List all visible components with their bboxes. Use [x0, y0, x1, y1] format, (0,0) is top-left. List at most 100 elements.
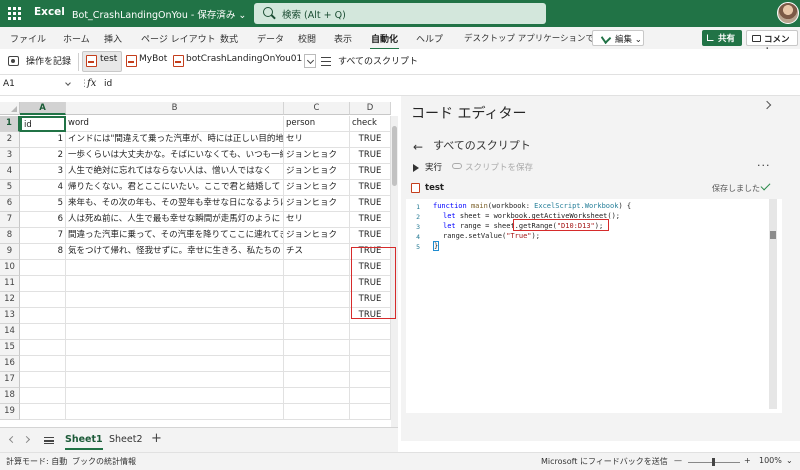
row-header[interactable]: 11	[0, 276, 20, 292]
feedback-link[interactable]: Microsoft にフィードバックを送信	[541, 456, 668, 467]
table-cell[interactable]	[66, 324, 284, 340]
table-cell[interactable]	[350, 388, 391, 404]
row-header[interactable]: 18	[0, 388, 20, 404]
code-area[interactable]: 1 2 3 4 5 function main(workbook: ExcelS…	[406, 199, 782, 413]
row-header[interactable]: 9	[0, 244, 20, 260]
sheet-tab-sheet2[interactable]: Sheet2	[109, 434, 143, 445]
tab-automate[interactable]: 自動化	[369, 32, 400, 50]
table-cell[interactable]: チス	[284, 244, 350, 260]
table-cell[interactable]	[350, 324, 391, 340]
tab-insert[interactable]: 挿入	[104, 32, 122, 45]
column-header[interactable]: B	[66, 102, 284, 115]
back-arrow-icon[interactable]: ←	[413, 140, 423, 154]
table-cell[interactable]: 4	[20, 180, 66, 196]
table-cell[interactable]	[284, 340, 350, 356]
run-button[interactable]: 実行	[425, 161, 442, 173]
tab-data[interactable]: データ	[257, 32, 284, 45]
row-header[interactable]: 3	[0, 148, 20, 164]
table-cell[interactable]	[284, 404, 350, 420]
table-cell[interactable]	[66, 340, 284, 356]
table-cell[interactable]: 7	[20, 228, 66, 244]
table-cell[interactable]: 1	[20, 132, 66, 148]
open-desktop-link[interactable]: デスクトップ アプリケーションで開く	[464, 32, 611, 44]
row-header[interactable]: 17	[0, 372, 20, 388]
edit-mode-button[interactable]: 編集 ⌄	[592, 30, 644, 46]
table-cell[interactable]	[66, 388, 284, 404]
calc-mode[interactable]: 計算モード: 自動	[6, 456, 67, 467]
table-cell[interactable]	[20, 340, 66, 356]
table-cell[interactable]: TRUE	[350, 212, 391, 228]
tab-formulas[interactable]: 数式	[220, 32, 238, 45]
table-cell[interactable]: TRUE	[350, 196, 391, 212]
chevron-left-icon[interactable]	[8, 435, 17, 444]
table-cell[interactable]	[284, 308, 350, 324]
table-cell[interactable]: ジョンヒョク	[284, 148, 350, 164]
table-cell[interactable]: 8	[20, 244, 66, 260]
zoom-slider-thumb[interactable]	[712, 458, 715, 466]
table-cell[interactable]	[66, 308, 284, 324]
sheet-tab-sheet1[interactable]: Sheet1	[65, 434, 103, 450]
name-box[interactable]: A1	[0, 78, 74, 93]
table-cell[interactable]	[66, 372, 284, 388]
record-actions-button[interactable]: 操作を記録	[26, 54, 71, 67]
table-cell[interactable]: ジョンヒョク	[284, 228, 350, 244]
chevron-right-icon[interactable]	[22, 435, 31, 444]
row-header[interactable]: 19	[0, 404, 20, 420]
table-cell[interactable]	[284, 356, 350, 372]
table-cell[interactable]: TRUE	[350, 164, 391, 180]
table-cell[interactable]	[20, 324, 66, 340]
table-cell[interactable]: TRUE	[350, 228, 391, 244]
table-cell[interactable]	[20, 292, 66, 308]
script-test-button[interactable]: test	[100, 54, 117, 64]
table-cell[interactable]	[20, 260, 66, 276]
row-header[interactable]: 4	[0, 164, 20, 180]
tab-file[interactable]: ファイル	[10, 32, 46, 45]
row-header[interactable]: 2	[0, 132, 20, 148]
row-header[interactable]: 10	[0, 260, 20, 276]
row-header[interactable]: 12	[0, 292, 20, 308]
tab-home[interactable]: ホーム	[63, 32, 90, 45]
zoom-out-button[interactable]: —	[674, 456, 682, 465]
table-cell[interactable]	[284, 372, 350, 388]
search-box[interactable]: 検索 (Alt + Q)	[254, 3, 546, 24]
add-sheet-button[interactable]: +	[151, 431, 162, 446]
breadcrumb[interactable]: すべてのスクリプト	[433, 137, 531, 153]
table-cell[interactable]: 間違った汽車に乗って、その汽車を降りてここに連れてきてくれた	[66, 228, 284, 244]
document-title[interactable]: Bot_CrashLandingOnYou - 保存済み ⌄	[72, 7, 246, 21]
table-cell[interactable]	[20, 372, 66, 388]
row-header[interactable]: 6	[0, 196, 20, 212]
script-mybot-button[interactable]: MyBot	[139, 54, 167, 64]
table-cell[interactable]: TRUE	[350, 148, 391, 164]
app-launcher-icon[interactable]	[8, 7, 21, 20]
table-cell[interactable]: セリ	[284, 212, 350, 228]
tab-help[interactable]: ヘルプ	[416, 32, 443, 45]
table-cell[interactable]: ジョンヒョク	[284, 196, 350, 212]
table-cell[interactable]	[66, 260, 284, 276]
fx-icon[interactable]: fx	[87, 78, 96, 89]
avatar[interactable]	[777, 2, 799, 24]
table-cell[interactable]: 人は死ぬ前に、人生で最も幸せな瞬間が走馬灯のように	[66, 212, 284, 228]
table-cell[interactable]	[284, 260, 350, 276]
comments-button[interactable]: コメント	[746, 30, 798, 57]
table-cell[interactable]: ジョンヒョク	[284, 180, 350, 196]
table-cell[interactable]: 5	[20, 196, 66, 212]
script-bot-button[interactable]: botCrashLandingOnYou01	[186, 54, 302, 64]
row-header[interactable]: 14	[0, 324, 20, 340]
table-cell[interactable]	[284, 324, 350, 340]
row-header[interactable]: 1	[0, 116, 20, 132]
table-cell[interactable]	[20, 276, 66, 292]
table-cell[interactable]: 一歩くらいは大丈夫かな。そばにいなくても、いつも一緒	[66, 148, 284, 164]
table-cell[interactable]: 2	[20, 148, 66, 164]
zoom-level[interactable]: 100%	[759, 456, 782, 465]
table-cell[interactable]: id	[20, 116, 66, 132]
table-cell[interactable]: 来年も、その次の年も、その翌年も幸せな日になるように	[66, 196, 284, 212]
workbook-stats[interactable]: ブックの統計情報	[72, 456, 136, 467]
row-header[interactable]: 15	[0, 340, 20, 356]
table-cell[interactable]: ジョンヒョク	[284, 164, 350, 180]
worksheet-grid[interactable]: A B C D 1 id word person check 2 1 インドには"間違えて乗っ…	[0, 96, 398, 427]
all-sheets-icon[interactable]	[44, 437, 54, 444]
table-cell[interactable]	[20, 308, 66, 324]
table-cell[interactable]: セリ	[284, 132, 350, 148]
column-header[interactable]: D	[350, 102, 391, 115]
table-cell[interactable]	[350, 404, 391, 420]
